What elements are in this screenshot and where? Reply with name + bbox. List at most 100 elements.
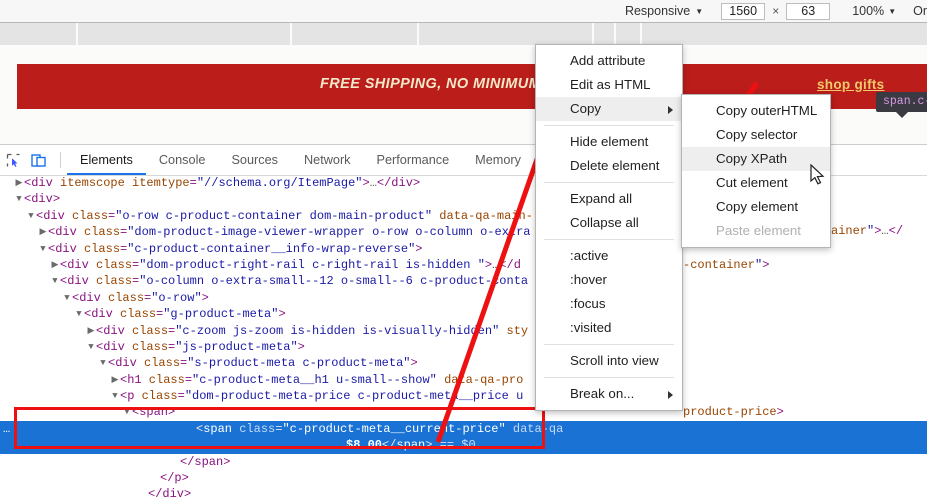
menu-item-scroll-into-view[interactable]: Scroll into view (536, 349, 682, 373)
dom-token-val: "dom-product-meta-price c-product-meta__… (185, 389, 523, 403)
dom-token-attr: class (134, 389, 177, 403)
twisty-expanded-icon[interactable]: ▼ (74, 306, 84, 322)
inspected-element-tooltip: span.c- (876, 92, 927, 112)
submenu-item-copy-outerhtml[interactable]: Copy outerHTML (682, 99, 830, 123)
dom-row[interactable]: ▼<div class="g-product-meta"> (0, 306, 927, 322)
dom-row[interactable]: ▼<div class="js-product-meta"> (0, 339, 927, 355)
dom-row-selected[interactable]: ▶$8.00</span> == $0 (0, 437, 927, 453)
device-toolbar-icon[interactable] (26, 148, 52, 172)
twisty-expanded-icon[interactable]: ▼ (38, 241, 48, 257)
dom-token-attr: class (77, 242, 120, 256)
menu-item-copy[interactable]: Copy (536, 97, 682, 121)
dom-row[interactable]: ▶</div> (0, 486, 927, 501)
dom-token-attr: data-qa-pro (437, 373, 523, 387)
context-menu[interactable]: Add attributeEdit as HTMLCopy Hide elemen… (535, 44, 683, 411)
menu-item-add-attribute[interactable]: Add attribute (536, 49, 682, 73)
menu-item-edit-as-html[interactable]: Edit as HTML (536, 73, 682, 97)
menu-item--focus[interactable]: :focus (536, 292, 682, 316)
menu-item-expand-all[interactable]: Expand all (536, 187, 682, 211)
viewport-width-input[interactable]: 1560 (721, 3, 765, 20)
tab-memory[interactable]: Memory (462, 145, 534, 175)
menu-item-hide-element[interactable]: Hide element (536, 130, 682, 154)
twisty-expanded-icon[interactable]: ▼ (86, 339, 96, 355)
twisty-collapsed-icon[interactable]: ▶ (110, 372, 120, 388)
device-preset-selector[interactable]: Responsive ▼ (625, 4, 703, 18)
ruler-divider (417, 23, 419, 45)
viewport-height-input[interactable]: 63 (786, 3, 830, 20)
dom-token-punc: > (362, 176, 369, 190)
menu-divider (544, 182, 674, 183)
tab-sources[interactable]: Sources (218, 145, 291, 175)
dom-row[interactable]: ▶<div class="c-zoom js-zoom is-hidden is… (0, 323, 927, 339)
submenu-item-copy-selector[interactable]: Copy selector (682, 123, 830, 147)
twisty-collapsed-icon[interactable]: ▶ (14, 175, 24, 191)
dom-token-punc: > (202, 291, 209, 305)
twisty-expanded-icon[interactable]: ▼ (110, 388, 120, 404)
dom-token-punc: </ (382, 438, 396, 452)
dom-token-punc: = (190, 176, 197, 190)
submenu-item-copy-xpath[interactable]: Copy XPath (682, 147, 830, 171)
dom-row[interactable]: ▶</p> (0, 470, 927, 486)
promo-link-shop-gifts[interactable]: shop gifts (817, 77, 885, 92)
dom-token-tag: div (43, 209, 65, 223)
tab-performance[interactable]: Performance (364, 145, 463, 175)
dom-token-attr: sty (499, 324, 528, 338)
tab-network[interactable]: Network (291, 145, 364, 175)
dom-row-selected[interactable]: ▶<span class="c-product-meta__current-pr… (0, 421, 927, 437)
dom-token-punc: </ (148, 487, 162, 501)
inspect-element-icon[interactable] (0, 148, 26, 172)
twisty-expanded-icon[interactable]: ▼ (98, 355, 108, 371)
dom-row[interactable]: ▶</span> (0, 454, 927, 470)
twisty-expanded-icon[interactable]: ▼ (122, 404, 132, 420)
submenu-item-copy-element[interactable]: Copy element (682, 195, 830, 219)
twisty-expanded-icon[interactable]: ▼ (50, 273, 60, 289)
dom-row[interactable]: ▼<div class="o-column o-extra-small--12 … (0, 273, 927, 289)
dom-token-tag: span (139, 405, 168, 419)
dom-token-punc: > (182, 471, 189, 485)
menu-item-delete-element[interactable]: Delete element (536, 154, 682, 178)
orientation-label: Or (913, 4, 927, 18)
ruler-divider (290, 23, 292, 45)
dom-row[interactable]: ▶<div class="dom-product-right-rail c-ri… (0, 257, 927, 273)
dom-token-tag: div (162, 487, 184, 501)
dom-token-punc: > (485, 258, 492, 272)
tab-console[interactable]: Console (146, 145, 219, 175)
twisty-expanded-icon[interactable]: ▼ (26, 208, 36, 224)
menu-item-break-on[interactable]: Break on... (536, 382, 682, 406)
dom-token-tag: div (31, 192, 53, 206)
dom-row[interactable]: ▶<h1 class="c-product-meta__h1 u-small--… (0, 372, 927, 388)
dom-token-attr: class (77, 225, 120, 239)
dom-token-val: "o-column o-extra-small--12 o-small--6 c… (139, 274, 528, 288)
context-submenu-copy[interactable]: Copy outerHTMLCopy selectorCopy XPathCut… (681, 94, 831, 248)
dom-token-tag: div (391, 176, 413, 190)
dom-token-val: "c-zoom js-zoom is-hidden is-visually-hi… (175, 324, 499, 338)
devtools-tab-list: Elements Console Sources Network Perform… (67, 145, 615, 175)
menu-divider (544, 125, 674, 126)
dom-token-val: "c-product-meta__current-price" (282, 422, 505, 436)
dom-row[interactable]: ▼<span> (0, 404, 927, 420)
zoom-selector[interactable]: 100% ▼ (852, 4, 896, 18)
submenu-item-cut-element[interactable]: Cut element (682, 171, 830, 195)
twisty-expanded-icon[interactable]: ▼ (14, 191, 24, 207)
tab-elements[interactable]: Elements (67, 145, 146, 175)
dom-token-punc: = (185, 373, 192, 387)
dom-token-punc: > (184, 487, 191, 501)
ruler-divider (76, 23, 78, 45)
dom-token-punc: > (168, 405, 175, 419)
inspected-element-selector: span.c- (883, 95, 927, 108)
twisty-collapsed-icon: ▶ (336, 437, 346, 453)
dom-token-val: "//schema.org/ItemPage" (197, 176, 363, 190)
dom-row[interactable]: ▼<p class="dom-product-meta-price c-prod… (0, 388, 927, 404)
dom-token-dim: == $0 (432, 438, 475, 452)
menu-item--visited[interactable]: :visited (536, 316, 682, 340)
twisty-expanded-icon[interactable]: ▼ (62, 290, 72, 306)
dom-row[interactable]: ▼<div class="o-row"> (0, 290, 927, 306)
menu-item-collapse-all[interactable]: Collapse all (536, 211, 682, 235)
twisty-collapsed-icon[interactable]: ▶ (86, 323, 96, 339)
twisty-collapsed-icon: ▶ (138, 486, 148, 501)
twisty-collapsed-icon[interactable]: ▶ (50, 257, 60, 273)
dom-row[interactable]: ▼<div class="s-product-meta c-product-me… (0, 355, 927, 371)
menu-item--active[interactable]: :active (536, 244, 682, 268)
menu-item--hover[interactable]: :hover (536, 268, 682, 292)
twisty-collapsed-icon[interactable]: ▶ (38, 224, 48, 240)
